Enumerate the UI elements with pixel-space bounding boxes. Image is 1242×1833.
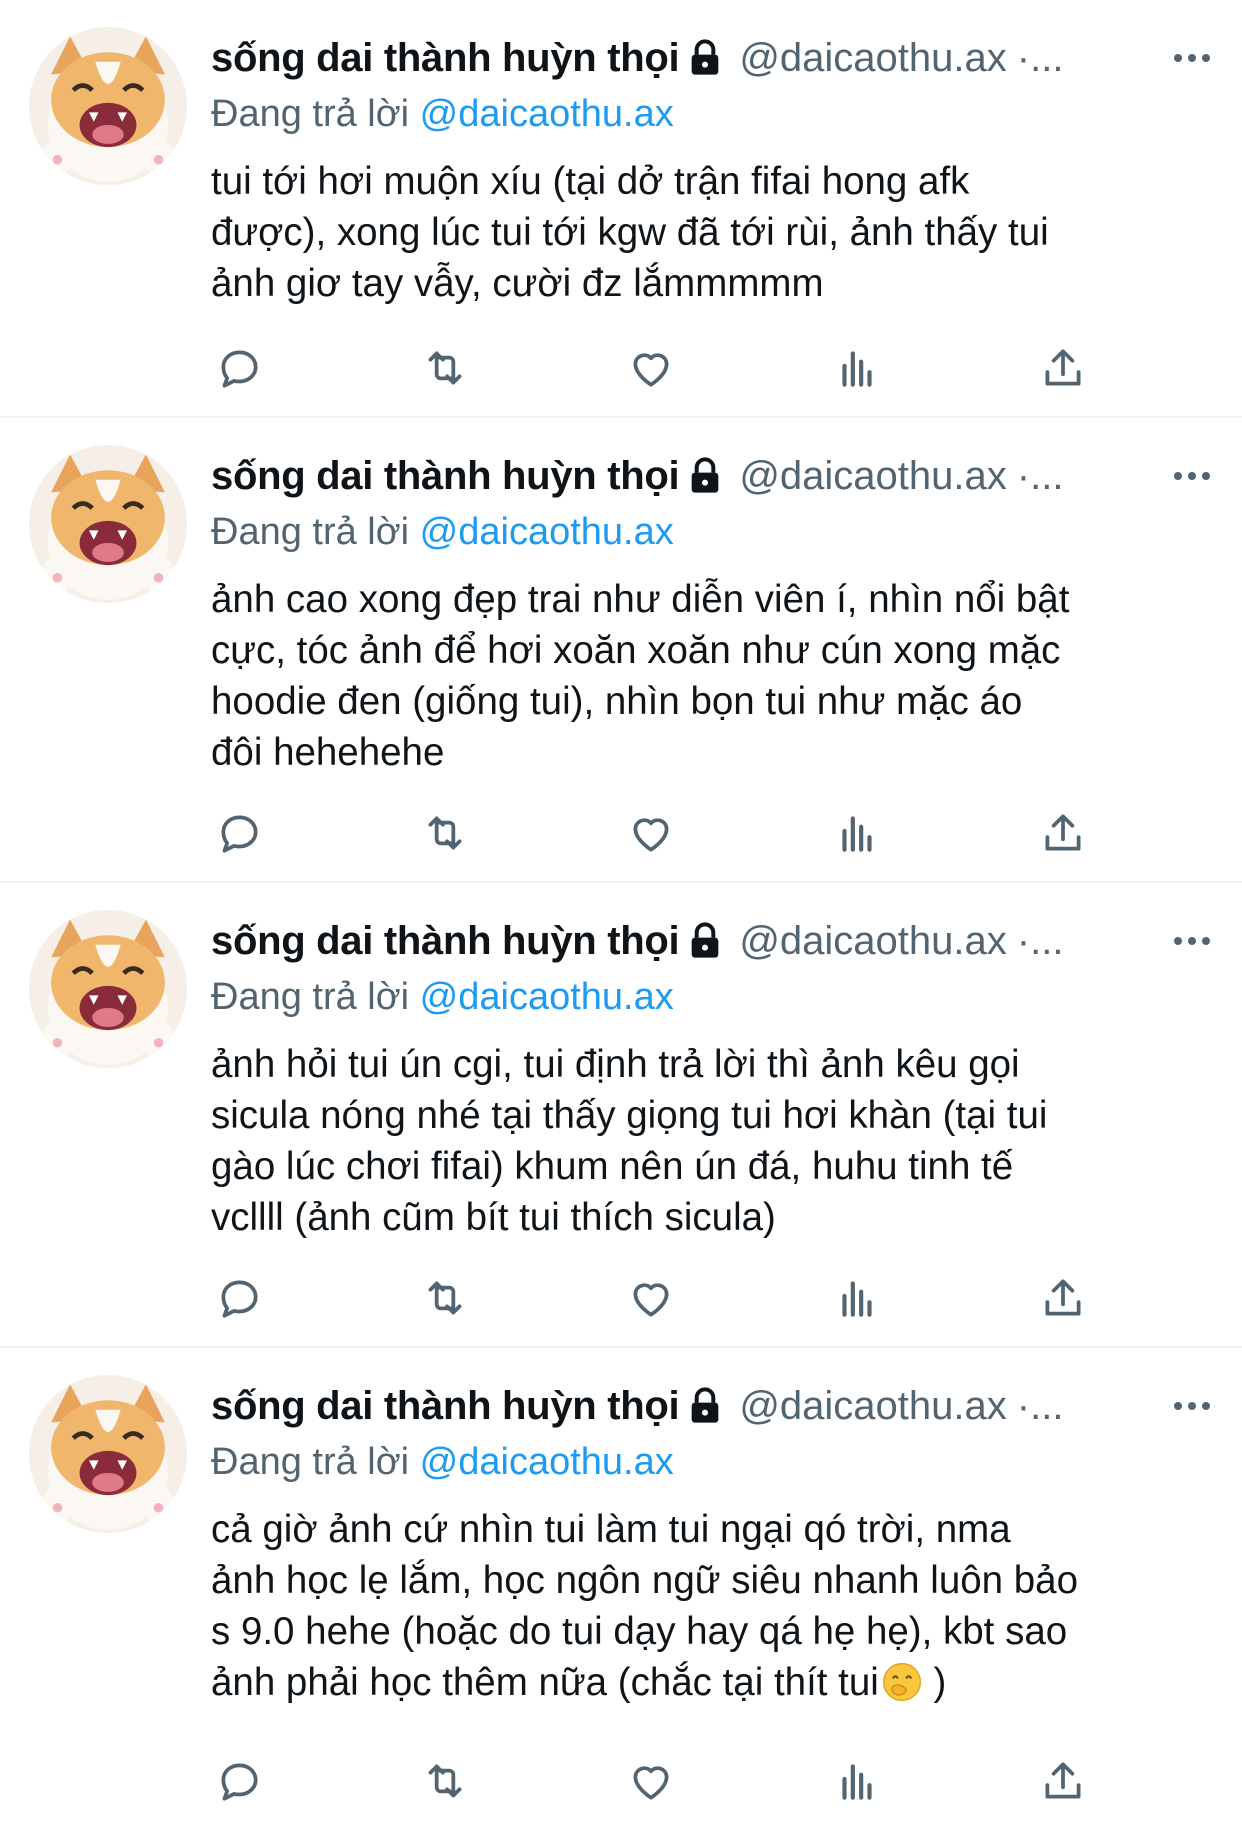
tweet[interactable]: sống dai thành huỳn thọi @daicaothu.ax ·… bbox=[0, 1348, 1242, 1833]
user-handle[interactable]: @daicaothu.ax bbox=[739, 36, 1006, 81]
cat-avatar-image bbox=[29, 445, 187, 603]
heart-icon[interactable] bbox=[623, 1753, 679, 1809]
lock-icon bbox=[685, 38, 725, 78]
bar-chart-icon[interactable] bbox=[829, 340, 885, 396]
reply-icon[interactable] bbox=[211, 1753, 267, 1809]
cat-avatar-image bbox=[29, 27, 187, 185]
timestamp-separator: ·... bbox=[1016, 918, 1064, 963]
tweet-text: ảnh hỏi tui ún cgi, tui định trả lời thì… bbox=[211, 1043, 1048, 1239]
reply-prefix: Đang trả lời bbox=[211, 1441, 410, 1483]
lock-icon bbox=[685, 1386, 725, 1426]
tweet-text: cả giờ ảnh cứ nhìn tui làm tui ngại qó t… bbox=[211, 1504, 1211, 1708]
reply-handle-link[interactable]: @daicaothu.ax bbox=[420, 511, 674, 553]
tweet-text-suffix: ) bbox=[922, 1661, 947, 1704]
reply-handle-link[interactable]: @daicaothu.ax bbox=[420, 976, 674, 1018]
timestamp-separator: ·... bbox=[1016, 453, 1064, 498]
timestamp-separator: ·... bbox=[1016, 35, 1064, 80]
tweet-actions bbox=[211, 805, 1091, 861]
hand-over-mouth-emoji-icon bbox=[881, 1661, 923, 1703]
reply-icon[interactable] bbox=[211, 805, 267, 861]
tweet-content: sống dai thành huỳn thọi @daicaothu.ax ·… bbox=[211, 1374, 1222, 1708]
share-upload-icon[interactable] bbox=[1035, 805, 1091, 861]
timestamp-separator: ·... bbox=[1016, 1383, 1064, 1428]
tweet-content: sống dai thành huỳn thọi @daicaothu.ax ·… bbox=[211, 444, 1222, 778]
reply-handle-link[interactable]: @daicaothu.ax bbox=[420, 93, 674, 135]
cat-avatar-image bbox=[29, 1375, 187, 1533]
more-dots-icon[interactable] bbox=[1170, 38, 1214, 78]
tweet-header: sống dai thành huỳn thọi @daicaothu.ax ·… bbox=[211, 444, 1222, 508]
reply-prefix: Đang trả lời bbox=[211, 976, 410, 1018]
tweet-actions bbox=[211, 1753, 1091, 1809]
tweet-header: sống dai thành huỳn thọi @daicaothu.ax ·… bbox=[211, 26, 1222, 90]
heart-icon[interactable] bbox=[623, 340, 679, 396]
tweet-text: tui tới hơi muộn xíu (tại dở trận fifai … bbox=[211, 160, 1049, 305]
bar-chart-icon[interactable] bbox=[829, 805, 885, 861]
reply-handle-link[interactable]: @daicaothu.ax bbox=[420, 1441, 674, 1483]
reply-prefix: Đang trả lời bbox=[211, 511, 410, 553]
avatar[interactable] bbox=[29, 1375, 187, 1533]
more-dots-icon[interactable] bbox=[1170, 456, 1214, 496]
more-dots-icon[interactable] bbox=[1170, 921, 1214, 961]
more-dots-icon[interactable] bbox=[1170, 1386, 1214, 1426]
tweet-actions bbox=[211, 1270, 1091, 1326]
retweet-icon[interactable] bbox=[417, 340, 473, 396]
retweet-icon[interactable] bbox=[417, 1270, 473, 1326]
bar-chart-icon[interactable] bbox=[829, 1753, 885, 1809]
retweet-icon[interactable] bbox=[417, 1753, 473, 1809]
user-handle[interactable]: @daicaothu.ax bbox=[739, 454, 1006, 499]
replying-to: Đang trả lời @daicaothu.ax bbox=[211, 90, 1222, 138]
reply-icon[interactable] bbox=[211, 1270, 267, 1326]
tweet-feed: sống dai thành huỳn thọi @daicaothu.ax ·… bbox=[0, 0, 1242, 1833]
share-upload-icon[interactable] bbox=[1035, 340, 1091, 396]
tweet[interactable]: sống dai thành huỳn thọi @daicaothu.ax ·… bbox=[0, 883, 1242, 1348]
user-handle[interactable]: @daicaothu.ax bbox=[739, 919, 1006, 964]
display-name[interactable]: sống dai thành huỳn thọi bbox=[211, 1384, 680, 1429]
reply-prefix: Đang trả lời bbox=[211, 93, 410, 135]
retweet-icon[interactable] bbox=[417, 805, 473, 861]
lock-icon bbox=[685, 456, 725, 496]
tweet-actions bbox=[211, 340, 1091, 396]
share-upload-icon[interactable] bbox=[1035, 1270, 1091, 1326]
share-upload-icon[interactable] bbox=[1035, 1753, 1091, 1809]
tweet-header: sống dai thành huỳn thọi @daicaothu.ax ·… bbox=[211, 1374, 1222, 1438]
avatar[interactable] bbox=[29, 910, 187, 1068]
cat-avatar-image bbox=[29, 910, 187, 1068]
user-handle[interactable]: @daicaothu.ax bbox=[739, 1384, 1006, 1429]
display-name[interactable]: sống dai thành huỳn thọi bbox=[211, 454, 680, 499]
heart-icon[interactable] bbox=[623, 805, 679, 861]
tweet-text-main: cả giờ ảnh cứ nhìn tui làm tui ngại qó t… bbox=[211, 1508, 1079, 1704]
tweet[interactable]: sống dai thành huỳn thọi @daicaothu.ax ·… bbox=[0, 418, 1242, 883]
tweet-content: sống dai thành huỳn thọi @daicaothu.ax ·… bbox=[211, 909, 1222, 1243]
tweet-header: sống dai thành huỳn thọi @daicaothu.ax ·… bbox=[211, 909, 1222, 973]
tweet-text: ảnh cao xong đẹp trai như diễn viên í, n… bbox=[211, 578, 1070, 774]
avatar[interactable] bbox=[29, 445, 187, 603]
display-name[interactable]: sống dai thành huỳn thọi bbox=[211, 36, 680, 81]
replying-to: Đang trả lời @daicaothu.ax bbox=[211, 1438, 1222, 1486]
reply-icon[interactable] bbox=[211, 340, 267, 396]
replying-to: Đang trả lời @daicaothu.ax bbox=[211, 508, 1222, 556]
bar-chart-icon[interactable] bbox=[829, 1270, 885, 1326]
tweet[interactable]: sống dai thành huỳn thọi @daicaothu.ax ·… bbox=[0, 0, 1242, 418]
avatar[interactable] bbox=[29, 27, 187, 185]
replying-to: Đang trả lời @daicaothu.ax bbox=[211, 973, 1222, 1021]
lock-icon bbox=[685, 921, 725, 961]
display-name[interactable]: sống dai thành huỳn thọi bbox=[211, 919, 680, 964]
tweet-content: sống dai thành huỳn thọi @daicaothu.ax ·… bbox=[211, 26, 1222, 309]
heart-icon[interactable] bbox=[623, 1270, 679, 1326]
